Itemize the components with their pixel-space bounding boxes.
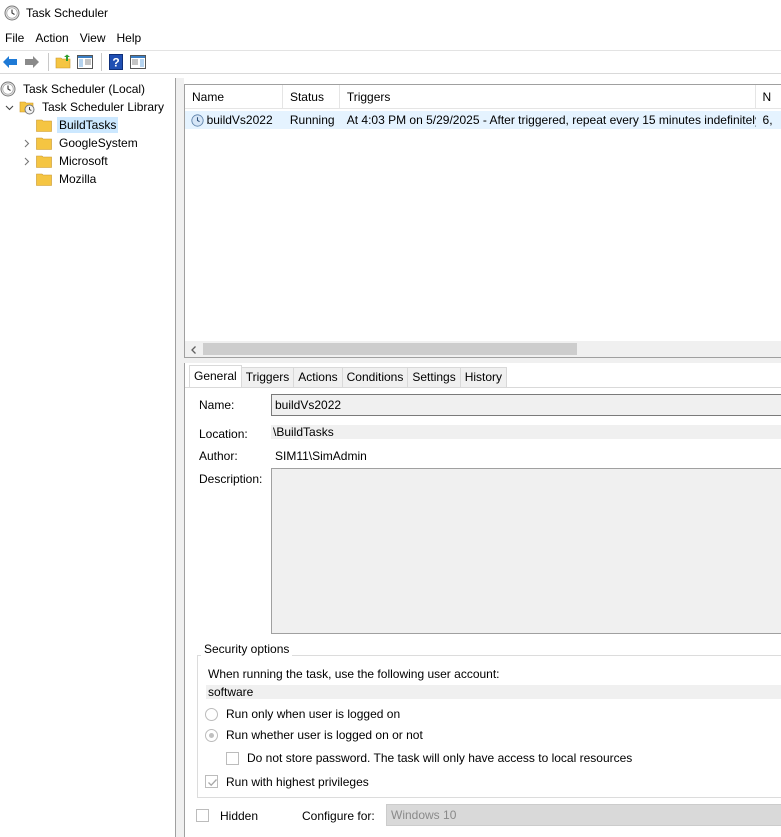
cell-task-next-run: 6, [762,113,773,127]
toolbar-separator [48,53,49,71]
menu-view[interactable]: View [75,28,112,48]
column-header-next-run[interactable]: N [756,85,781,109]
chevron-right-icon[interactable] [20,137,32,149]
run-only-logged-on-label: Run only when user is logged on [226,707,401,721]
show-hide-console-tree-icon[interactable] [75,52,95,72]
tree-expander-spacer [20,119,32,131]
column-header-triggers[interactable]: Triggers [340,85,756,109]
tree-item-label: GoogleSystem [59,136,138,150]
description-label: Description: [199,472,263,486]
library-folder-clock-icon [19,99,35,115]
tree-item-label: Mozilla [59,172,97,186]
configure-for-select[interactable]: Windows 10 [386,804,781,826]
task-list: Name Status Triggers N buildVs2022 Runni… [184,84,781,358]
tab-actions[interactable]: Actions [293,367,343,387]
menu-bar: File Action View Help [0,28,147,48]
cell-task-triggers: At 4:03 PM on 5/29/2025 - After triggere… [346,113,756,127]
location-value: \BuildTasks [271,425,781,439]
up-folder-icon[interactable] [53,52,73,72]
menu-help[interactable]: Help [112,28,148,48]
folder-icon [36,153,52,169]
do-not-store-password-checkbox[interactable] [226,752,239,765]
task-details-pane: General Triggers Actions Conditions Sett… [184,363,781,837]
back-icon[interactable] [0,52,20,72]
help-icon[interactable]: ? [106,52,126,72]
location-label: Location: [199,427,248,441]
cell-task-status: Running [289,113,335,127]
clock-icon [0,81,16,97]
user-account-value: software [206,685,781,699]
menu-action[interactable]: Action [30,28,74,48]
toolbar: ? [0,50,781,74]
tab-general[interactable]: General [189,365,242,387]
task-name-field[interactable]: buildVs2022 [271,394,781,416]
tree-expander-spacer [20,173,32,185]
vertical-splitter[interactable] [176,78,184,837]
chevron-down-icon[interactable] [3,101,15,113]
task-list-header: Name Status Triggers N [185,85,781,109]
tree-item-buildtasks[interactable]: BuildTasks [20,116,119,134]
table-row[interactable]: buildVs2022 Running At 4:03 PM on 5/29/2… [185,111,781,129]
tab-settings[interactable]: Settings [407,367,461,387]
author-label: Author: [199,449,238,463]
tree-item-googlesystem[interactable]: GoogleSystem [20,134,140,152]
tree-item-library[interactable]: Task Scheduler Library [3,98,166,116]
console-tree: Task Scheduler (Local) Task Scheduler Li… [0,78,176,837]
hidden-checkbox[interactable] [196,809,209,822]
toolbar-separator [101,53,102,71]
security-options-title: Security options [201,641,293,657]
tab-triggers[interactable]: Triggers [240,367,295,387]
window-title: Task Scheduler [26,6,109,20]
task-clock-icon [185,113,207,127]
tree-item-root[interactable]: Task Scheduler (Local) [0,80,147,98]
checkmark-icon [208,779,217,787]
name-label: Name: [199,398,235,412]
task-scheduler-clock-icon [4,5,20,21]
cell-task-name: buildVs2022 [206,113,273,127]
folder-icon [36,171,52,187]
scroll-left-icon[interactable] [189,344,199,354]
tree-item-mozilla[interactable]: Mozilla [20,170,98,188]
column-header-status[interactable]: Status [283,85,340,109]
tree-item-label: Microsoft [59,154,108,168]
tree-item-label: Task Scheduler (Local) [23,82,146,96]
tree-item-label: BuildTasks [57,117,119,133]
run-highest-privileges-checkbox[interactable] [205,775,218,788]
column-header-name[interactable]: Name [185,85,283,109]
description-field[interactable] [271,468,781,634]
do-not-store-password-label: Do not store password. The task will onl… [247,751,633,765]
folder-icon [36,117,52,133]
menu-file[interactable]: File [0,28,30,48]
title-bar: Task Scheduler [0,0,781,26]
run-highest-privileges-label: Run with highest privileges [226,775,369,789]
show-hide-action-pane-icon[interactable] [128,52,148,72]
folder-icon [36,135,52,151]
scrollbar-thumb[interactable] [203,343,577,355]
tab-divider [185,387,781,388]
details-tabs: General Triggers Actions Conditions Sett… [189,365,508,387]
hidden-label: Hidden [220,809,259,823]
forward-icon[interactable] [22,52,42,72]
horizontal-scrollbar[interactable] [185,341,781,357]
account-prompt: When running the task, use the following… [208,667,500,681]
chevron-right-icon[interactable] [20,155,32,167]
svg-text:?: ? [112,56,119,70]
tab-conditions[interactable]: Conditions [341,367,409,387]
tree-item-microsoft[interactable]: Microsoft [20,152,110,170]
run-only-logged-on-radio[interactable] [205,708,218,721]
run-whether-logged-on-label: Run whether user is logged on or not [226,728,423,742]
run-whether-logged-on-radio[interactable] [205,729,218,742]
author-value: SIM11\SimAdmin [275,449,367,463]
configure-for-label: Configure for: [302,809,375,823]
tree-item-label: Task Scheduler Library [42,100,165,114]
tab-history[interactable]: History [459,367,508,387]
